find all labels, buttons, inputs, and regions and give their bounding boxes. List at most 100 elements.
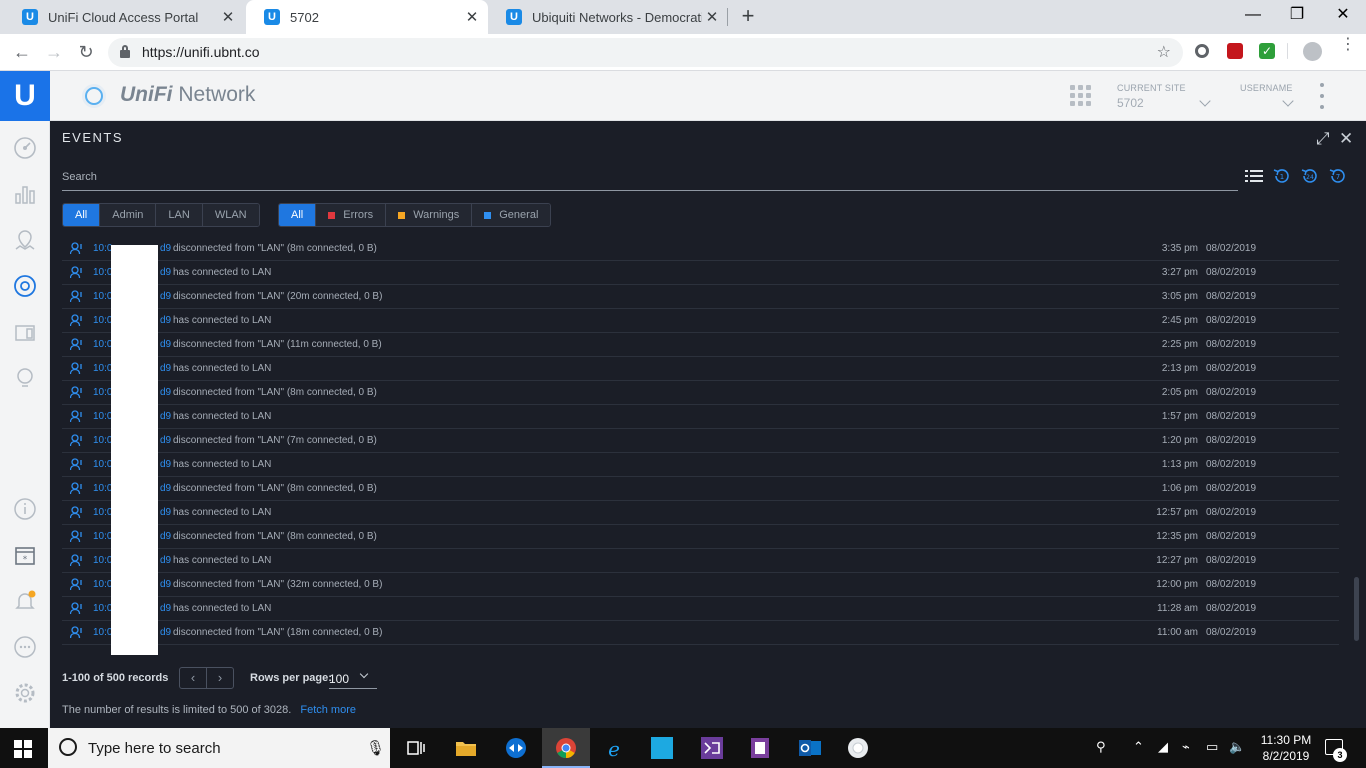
table-row[interactable]: 10:0 d9 has connected to LAN 2:13 pm 08/02/2…	[62, 357, 1339, 381]
forward-arrow-icon[interactable]: →	[42, 40, 66, 64]
client-id-suffix[interactable]: d9	[160, 339, 171, 350]
pdf-extension-icon[interactable]	[1227, 43, 1243, 59]
window-close-button[interactable]: ✕	[1320, 0, 1366, 30]
app-grid-icon[interactable]	[1070, 85, 1091, 107]
browser-tab-5702[interactable]: U 5702 ✕	[246, 0, 488, 34]
client-id-link[interactable]: 10:0	[93, 339, 112, 350]
taskbar-outlook[interactable]	[786, 728, 834, 768]
current-site-select[interactable]: 5702	[1117, 96, 1144, 110]
dashboard-gauge-icon[interactable]	[13, 136, 37, 160]
list-view-icon[interactable]	[1245, 167, 1263, 185]
table-row[interactable]: 10:0 d9 has connected to LAN 12:57 pm 08/02/…	[62, 501, 1339, 525]
table-row[interactable]: 10:0 d9 has connected to LAN 3:27 pm 08/02/2…	[62, 261, 1339, 285]
table-row[interactable]: 10:0 d9 has connected to LAN 2:45 pm 08/02/2…	[62, 309, 1339, 333]
taskbar-teamviewer[interactable]	[492, 728, 540, 768]
table-row[interactable]: 10:0 d9 disconnected from "LAN" (8m connec…	[62, 237, 1339, 261]
filter-admin[interactable]: Admin	[100, 204, 157, 226]
network-icon[interactable]: ◢	[1158, 739, 1168, 755]
more-options-icon[interactable]	[1320, 83, 1324, 116]
table-row[interactable]: 10:0 d9 has connected to LAN 1:57 pm 08/02/2…	[62, 405, 1339, 429]
client-id-link[interactable]: 10:0	[93, 483, 112, 494]
client-id-suffix[interactable]: d9	[160, 363, 171, 374]
history-7d-icon[interactable]: 7	[1329, 167, 1347, 185]
taskbar-search-box[interactable]: Type here to search 🎙	[48, 728, 390, 768]
volume-icon[interactable]: 🔈	[1229, 739, 1245, 755]
microphone-icon[interactable]: 🎙	[366, 739, 385, 757]
severity-general[interactable]: General	[472, 204, 551, 226]
table-row[interactable]: 10:0 d9 disconnected from "LAN" (8m connec…	[62, 381, 1339, 405]
client-id-link[interactable]: 10:0	[93, 315, 112, 326]
address-bar[interactable]: https://unifi.ubnt.co ☆	[108, 38, 1183, 67]
tab-close-icon[interactable]: ✕	[218, 8, 238, 26]
checkmark-extension-icon[interactable]: ✓	[1259, 43, 1275, 59]
next-page-button[interactable]: ›	[207, 668, 233, 688]
browser-tab-ubiquiti[interactable]: U Ubiquiti Networks - Democratizin ✕	[488, 0, 728, 34]
chrome-menu-icon[interactable]: ⋮	[1340, 37, 1356, 58]
info-icon[interactable]	[13, 497, 37, 521]
table-row[interactable]: 10:0 d9 disconnected from "LAN" (32m conne…	[62, 573, 1339, 597]
client-id-suffix[interactable]: d9	[160, 483, 171, 494]
client-id-link[interactable]: 10:0	[93, 627, 112, 638]
client-id-suffix[interactable]: d9	[160, 411, 171, 422]
client-id-suffix[interactable]: d9	[160, 315, 171, 326]
scrollbar-thumb[interactable]	[1354, 577, 1359, 641]
expand-icon[interactable]: ⤢	[1316, 129, 1330, 149]
client-id-suffix[interactable]: d9	[160, 267, 171, 278]
battery-icon[interactable]: ▭	[1206, 739, 1218, 755]
history-1h-icon[interactable]: 1	[1273, 167, 1291, 185]
wifi-off-icon[interactable]: ⌁	[1182, 739, 1190, 755]
devices-target-icon[interactable]	[13, 274, 37, 298]
client-id-link[interactable]: 10:0	[93, 531, 112, 542]
client-id-suffix[interactable]: d9	[160, 243, 171, 254]
client-id-link[interactable]: 10:0	[93, 243, 112, 254]
client-id-link[interactable]: 10:0	[93, 555, 112, 566]
taskbar-internet-explorer[interactable]: e	[590, 728, 638, 768]
history-24h-icon[interactable]: 24	[1301, 167, 1319, 185]
bookmark-star-icon[interactable]: ☆	[1157, 42, 1171, 62]
client-id-suffix[interactable]: d9	[160, 387, 171, 398]
table-row[interactable]: 10:0 d9 has connected to LAN 12:27 pm 08/02/…	[62, 549, 1339, 573]
taskbar-file-explorer[interactable]	[442, 728, 490, 768]
extension-circle-icon[interactable]	[1195, 44, 1209, 58]
browser-tab-unifi-portal[interactable]: U UniFi Cloud Access Portal ✕	[4, 0, 244, 34]
table-row[interactable]: 10:0 d9 has connected to LAN 11:28 am 08/02/…	[62, 597, 1339, 621]
statistics-bar-icon[interactable]	[13, 182, 37, 206]
taskbar-app-blue[interactable]	[638, 728, 686, 768]
search-input[interactable]	[62, 167, 1232, 187]
client-id-link[interactable]: 10:0	[93, 411, 112, 422]
close-icon[interactable]: ✕	[1339, 129, 1353, 149]
client-id-link[interactable]: 10:0	[93, 459, 112, 470]
chat-bubble-icon[interactable]	[13, 635, 37, 659]
client-id-suffix[interactable]: d9	[160, 507, 171, 518]
client-id-link[interactable]: 10:0	[93, 579, 112, 590]
new-tab-button[interactable]: +	[736, 4, 760, 28]
back-arrow-icon[interactable]: ←	[10, 40, 34, 64]
client-id-suffix[interactable]: d9	[160, 531, 171, 542]
client-id-link[interactable]: 10:0	[93, 507, 112, 518]
table-row[interactable]: 10:0 d9 has connected to LAN 1:13 pm 08/02/2…	[62, 453, 1339, 477]
tab-close-icon[interactable]: ✕	[462, 8, 482, 26]
client-id-link[interactable]: 10:0	[93, 363, 112, 374]
table-row[interactable]: 10:0 d9 disconnected from "LAN" (8m connec…	[62, 525, 1339, 549]
table-row[interactable]: 10:0 d9 disconnected from "LAN" (20m conne…	[62, 285, 1339, 309]
map-pin-icon[interactable]	[13, 228, 37, 252]
client-id-suffix[interactable]: d9	[160, 579, 171, 590]
client-id-link[interactable]: 10:0	[93, 603, 112, 614]
taskbar-unifi-app[interactable]	[834, 728, 882, 768]
rows-per-page-select[interactable]: 100	[329, 669, 377, 689]
tab-close-icon[interactable]: ✕	[702, 8, 722, 26]
table-row[interactable]: 10:0 d9 disconnected from "LAN" (8m connec…	[62, 477, 1339, 501]
maximize-button[interactable]: ❐	[1274, 0, 1320, 30]
profile-avatar-icon[interactable]	[1303, 42, 1322, 61]
settings-gear-icon[interactable]	[13, 681, 37, 705]
taskbar-app-onenote[interactable]	[736, 728, 784, 768]
client-id-link[interactable]: 10:0	[93, 267, 112, 278]
windows-start-icon[interactable]	[14, 740, 32, 758]
alerts-bell-icon[interactable]	[13, 589, 37, 613]
task-view-button[interactable]	[392, 728, 440, 768]
client-id-link[interactable]: 10:0	[93, 387, 112, 398]
chevron-down-icon[interactable]	[1199, 95, 1211, 107]
severity-warnings[interactable]: Warnings	[386, 204, 473, 226]
reload-icon[interactable]: ↻	[74, 40, 98, 64]
table-row[interactable]: 10:0 d9 disconnected from "LAN" (11m conne…	[62, 333, 1339, 357]
